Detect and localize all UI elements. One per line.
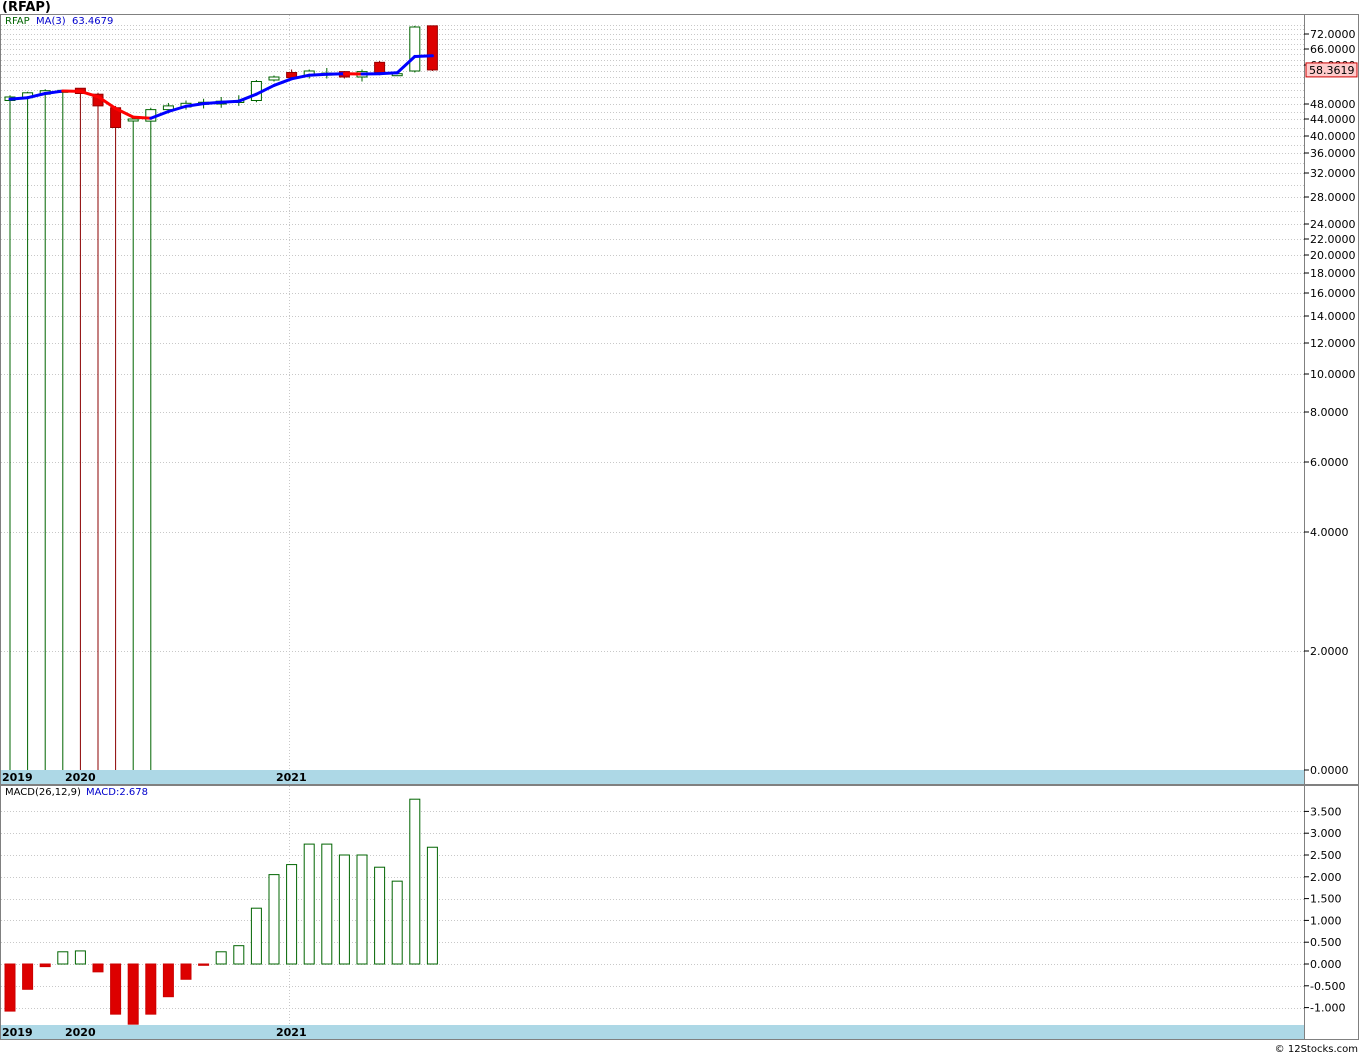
price-tick-label: 66.0000 [1310,43,1356,56]
macd-year-label: 2021 [276,1026,307,1039]
last-price-label: 58.3619 [1309,64,1355,77]
legend-ma-label: MA(3) [36,16,66,27]
price-tick-label: 40.0000 [1310,130,1356,143]
price-tick-label: 22.0000 [1310,233,1356,246]
price-tick-label: 16.0000 [1310,287,1356,300]
macd-bar [233,945,245,965]
macd-bar [409,798,421,965]
macd-tick-label: -1.000 [1310,1002,1345,1015]
macd-year-label: 2020 [65,1026,96,1039]
ma-segment [8,96,30,101]
ma-segment [131,115,153,120]
price-tick-label: 10.0000 [1310,368,1356,381]
price-tick-label: 32.0000 [1310,167,1356,180]
macd-bar [180,963,192,980]
price-tick-label: 12.0000 [1310,337,1356,350]
legend-symbol: RFAP [5,16,30,27]
price-tick-label: 48.0000 [1310,98,1356,111]
macd-tick-label: 1.000 [1310,914,1342,927]
ma-segment [413,54,434,58]
candle-body [268,76,280,81]
macd-bar [162,963,174,998]
price-tick-label: 36.0000 [1310,147,1356,160]
candle-body [426,25,438,71]
macd-bar [338,854,350,965]
macd-bar [426,846,438,965]
price-tick-label: 72.0000 [1310,28,1356,41]
price-tick-label: 4.0000 [1310,526,1349,539]
macd-bar [250,907,262,965]
macd-bar [391,880,403,965]
macd-bar [4,963,16,1012]
legend-ma-value: 63.4679 [72,16,113,27]
price-year-label: 2020 [65,771,96,784]
stock-chart: (RFAP) 72.000066.000060.000048.000044.00… [0,0,1359,1055]
macd-year-label: 2019 [2,1026,33,1039]
macd-legend-label: MACD(26,12,9) [5,787,81,798]
ma-segment [219,99,241,104]
price-date-axis [1,770,1304,784]
ma-segment [325,72,346,76]
macd-legend-value: MACD:2.678 [86,787,148,798]
candle-body [127,118,139,122]
ma-segment [307,72,329,77]
price-panel [0,14,1359,785]
macd-bar [286,864,298,965]
macd-bar [22,963,34,990]
macd-bar [39,963,51,968]
price-tick-label: 44.0000 [1310,113,1356,126]
macd-bar [74,950,86,965]
candle-body [409,26,421,72]
macd-bar [215,951,227,965]
price-year-label: 2019 [2,771,33,784]
price-tick-label: 14.0000 [1310,310,1356,323]
macd-bar [127,963,139,1025]
macd-tick-label: 3.500 [1310,805,1342,818]
macd-tick-label: 0.500 [1310,936,1342,949]
macd-bar [57,951,69,965]
macd-bar [356,854,368,965]
macd-bar [198,963,210,966]
macd-bar [268,874,280,965]
macd-tick-label: 2.500 [1310,849,1342,862]
ma-segment [202,100,223,106]
macd-tick-label: -0.500 [1310,980,1345,993]
price-tick-label: 28.0000 [1310,191,1356,204]
price-tick-label: 2.0000 [1310,645,1349,658]
price-tick-label: 8.0000 [1310,406,1349,419]
macd-bar [92,963,104,973]
price-tick-label: 0.0000 [1310,764,1349,777]
candle-body [374,61,386,73]
price-tick-label: 20.0000 [1310,249,1356,262]
copyright-footer: © 12Stocks.com [1275,1044,1358,1055]
price-tick-label: 24.0000 [1310,218,1356,231]
macd-date-axis [1,1025,1304,1039]
price-year-label: 2021 [276,771,307,784]
chart-title: (RFAP) [2,0,51,15]
macd-bar [303,843,315,965]
macd-bar [374,866,386,965]
ma-segment [378,71,399,76]
macd-tick-label: 0.000 [1310,958,1342,971]
macd-bar [321,843,333,965]
macd-panel [0,785,1359,1040]
macd-bar [110,963,122,1015]
price-tick-label: 6.0000 [1310,456,1349,469]
macd-bar [145,963,157,1015]
macd-tick-label: 1.500 [1310,893,1342,906]
price-tick-label: 18.0000 [1310,267,1356,280]
macd-tick-label: 2.000 [1310,871,1342,884]
macd-tick-label: 3.000 [1310,827,1342,840]
